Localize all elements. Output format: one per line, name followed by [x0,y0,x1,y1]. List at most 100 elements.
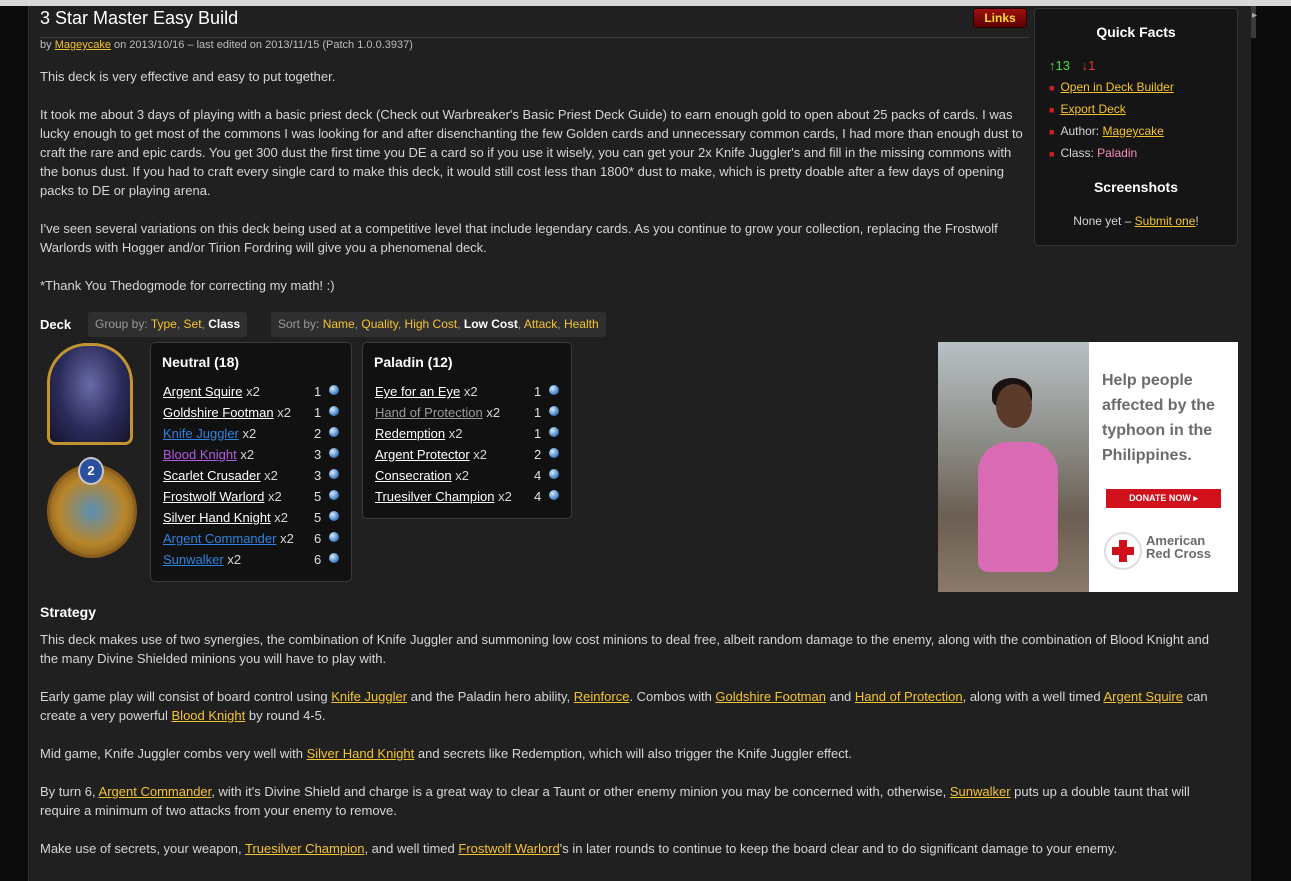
card-link-knife-juggler[interactable]: Knife Juggler [331,689,407,704]
mana-gem-icon [329,448,339,458]
strategy-text: By turn 6, [40,784,99,799]
card-count: x2 [280,531,294,546]
strategy-text: , and well timed [364,841,459,856]
card-mana-cost: 6 [314,552,322,567]
mana-gem-icon [329,385,339,395]
donate-now-button[interactable]: DONATE NOW ▸ [1106,489,1221,508]
strategy-paragraph: This deck makes use of two synergies, th… [40,632,1209,666]
quick-facts-title: Quick Facts [1096,24,1176,40]
card-link-goldshire-footman[interactable]: Goldshire Footman [715,689,826,704]
card-row: Frostwolf Warlord x2 [163,489,282,509]
bullet-icon: ■ [1049,83,1055,93]
card-name-link[interactable]: Truesilver Champion [375,489,494,504]
submit-screenshot-link[interactable]: Submit one [1135,214,1196,228]
paladin-cards-list: Paladin (12) Eye for an Eye x2 1 Hand of P… [362,342,572,519]
card-link-truesilver-champion[interactable]: Truesilver Champion [245,841,364,856]
mana-gem-icon [329,427,339,437]
card-name-link[interactable]: Goldshire Footman [163,405,274,420]
card-name-link[interactable]: Eye for an Eye [375,384,460,399]
card-link-frostwolf-warlord[interactable]: Frostwolf Warlord [458,841,559,856]
card-link-argent-squire[interactable]: Argent Squire [1104,689,1184,704]
card-count: x2 [264,468,278,483]
card-name-link[interactable]: Argent Commander [163,531,276,546]
strategy-text: Make use of secrets, your weapon, [40,841,245,856]
sort-by-controls: Sort by: Name, Quality, High Cost, Low C… [271,312,606,337]
bullet-icon: ■ [1049,127,1055,137]
card-link-sunwalker[interactable]: Sunwalker [950,784,1011,799]
card-mana-cost: 3 [314,468,322,483]
hero-power-cost-badge: 2 [78,457,104,485]
sort-by-quality[interactable]: Quality [361,317,397,331]
card-name-link[interactable]: Silver Hand Knight [163,510,271,525]
card-count: x2 [473,447,488,462]
group-by-type[interactable]: Type [151,317,177,331]
author-label: Author: [1060,124,1100,138]
card-mana-cost: 6 [314,531,322,546]
strategy-text: and the Paladin hero ability, [407,689,574,704]
card-mana-cost: 1 [534,426,542,441]
ad-photo-face [996,384,1032,428]
card-link-reinforce[interactable]: Reinforce [574,689,630,704]
card-count: x2 [463,384,478,399]
card-row: Redemption x2 [375,426,462,446]
group-by-controls: Group by: Type, Set, Class [88,312,248,337]
downvote-value: 1 [1088,58,1096,73]
card-mana-cost: 1 [314,384,322,399]
mana-gem-icon [549,385,559,395]
neutral-cards-list: Neutral (18) Argent Squire x2 1 Goldshire … [150,342,352,582]
byline: by Mageycake on 2013/10/16 – last edited… [40,39,413,51]
sort-by-low-cost[interactable]: Low Cost [464,317,518,331]
card-name-link[interactable]: Consecration [375,468,452,483]
open-deck-builder-link[interactable]: Open in Deck Builder [1060,80,1173,94]
card-count: x2 [274,510,289,525]
card-row: Eye for an Eye x2 [375,384,478,404]
sort-by-attack[interactable]: Attack [524,317,557,331]
group-by-set[interactable]: Set [184,317,202,331]
card-link-hand-of-protection[interactable]: Hand of Protection [855,689,963,704]
card-name-link[interactable]: Blood Knight [163,447,237,462]
strategy-paragraph: By turn 6, Argent Commander, with it's D… [40,782,1225,820]
vote-counts: ↑13 ↓1 [1049,58,1095,73]
strategy-paragraph: Mid game, Knife Juggler combs very well … [40,744,1225,763]
card-name-link[interactable]: Redemption [375,426,445,441]
mana-gem-icon [549,448,559,458]
card-mana-cost: 1 [314,405,322,420]
title-divider [40,37,1030,38]
byline-dates: on 2013/10/16 – last edited on 2013/11/1… [114,39,413,51]
card-name-link[interactable]: Argent Protector [375,447,470,462]
card-row: Hand of Protection x2 [375,405,500,425]
card-link-argent-commander[interactable]: Argent Commander [99,784,212,799]
card-mana-cost: 3 [314,447,322,462]
card-name-link[interactable]: Scarlet Crusader [163,468,261,483]
downvote-count[interactable]: ↓1 [1082,58,1096,73]
fact-author: ■ Author: Mageycake [1049,124,1164,138]
card-count: x2 [277,405,291,420]
facts-author-link[interactable]: Mageycake [1102,124,1163,138]
links-button[interactable]: Links [973,8,1027,28]
card-mana-cost: 5 [314,489,322,504]
card-name-link[interactable]: Argent Squire [163,384,243,399]
card-name-link[interactable]: Hand of Protection [375,405,483,420]
card-mana-cost: 2 [314,426,322,441]
strategy-text: and secrets like Redemption, which will … [414,746,852,761]
red-cross-ad[interactable]: Help people affected by the typhoon in t… [938,342,1238,592]
strategy-heading: Strategy [40,604,97,620]
card-name-link[interactable]: Knife Juggler [163,426,239,441]
group-by-class[interactable]: Class [208,317,240,331]
card-row: Sunwalker x2 [163,552,241,572]
author-link[interactable]: Mageycake [55,39,111,51]
export-deck-link[interactable]: Export Deck [1060,102,1125,116]
card-name-link[interactable]: Frostwolf Warlord [163,489,264,504]
sort-by-high-cost[interactable]: High Cost [405,317,458,331]
card-mana-cost: 5 [314,510,322,525]
card-name-link[interactable]: Sunwalker [163,552,224,567]
bullet-icon: ■ [1049,149,1055,159]
card-link-blood-knight[interactable]: Blood Knight [172,708,246,723]
upvote-count[interactable]: ↑13 [1049,58,1070,73]
scroll-arrow-icon[interactable]: ▸ [1252,10,1257,21]
sort-by-name[interactable]: Name [323,317,355,331]
description-paragraph: I've seen several variations on this dec… [40,221,998,255]
ad-org-name: American Red Cross [1146,534,1211,560]
card-link-silver-hand-knight[interactable]: Silver Hand Knight [307,746,415,761]
sort-by-health[interactable]: Health [564,317,599,331]
